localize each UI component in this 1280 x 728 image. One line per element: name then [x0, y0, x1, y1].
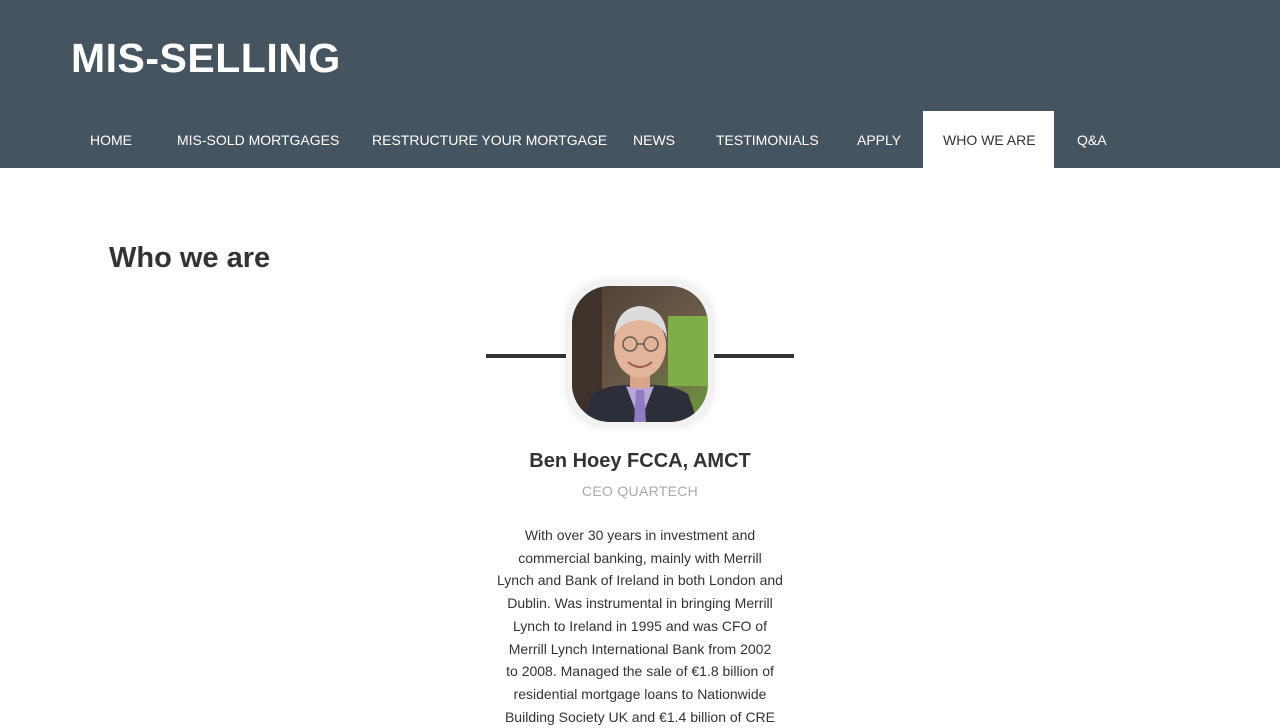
portrait-image: [572, 286, 708, 422]
avatar-frame: [566, 280, 714, 428]
person-name: Ben Hoey FCCA, AMCT: [529, 450, 751, 472]
nav-item-testimonials[interactable]: TESTIMONIALS: [716, 131, 819, 150]
divider-line-left: [486, 354, 566, 358]
nav-item-mis-sold-mortgages[interactable]: MIS-SOLD MORTGAGES: [177, 131, 339, 150]
site-logo[interactable]: MIS-SELLING: [71, 38, 341, 79]
main-nav: HOME MIS-SOLD MORTGAGES RESTRUCTURE YOUR…: [0, 111, 1280, 168]
nav-item-apply[interactable]: APPLY: [857, 131, 901, 150]
bio-line: With over 30 years in investment and: [524, 527, 756, 543]
nav-item-qa[interactable]: Q&A: [1077, 131, 1107, 150]
nav-item-news[interactable]: NEWS: [633, 131, 675, 150]
bio-line: Merrill Lynch International Bank from 20…: [508, 640, 772, 657]
nav-item-home[interactable]: HOME: [90, 131, 132, 150]
bio-line: to 2008. Managed the sale of €1.8 billio…: [506, 663, 774, 680]
bio-line: Lynch and Bank of Ireland in both London…: [497, 572, 783, 589]
avatar: [572, 286, 708, 422]
divider-line-right: [714, 354, 794, 358]
page-title: Who we are: [109, 242, 271, 274]
site-header: MIS-SELLING HOME MIS-SOLD MORTGAGES REST…: [0, 0, 1280, 168]
nav-item-who-we-are[interactable]: WHO WE ARE: [943, 131, 1036, 150]
left-column: [0, 311, 432, 720]
right-column: [820, 220, 1280, 720]
profile-card: Ben Hoey FCCA, AMCT CEO QUARTECH With ov…: [486, 270, 794, 725]
bio-line: Dublin. Was instrumental in bringing Mer…: [507, 595, 773, 612]
bio-line: Lynch to Ireland in 1995 and was CFO of: [513, 617, 767, 634]
bio-line: commercial banking, mainly with Merrill: [518, 549, 762, 566]
person-role: CEO QUARTECH: [581, 483, 699, 499]
social-links[interactable]: [545, 409, 739, 432]
bio-line: Building Society UK and €1.4 billion of …: [504, 708, 776, 725]
bio-line: residential mortgage loans to Nationwide: [513, 685, 767, 702]
person-bio: With over 30 years in investment and com…: [486, 524, 794, 728]
nav-item-restructure-your-mortgage[interactable]: RESTRUCTURE YOUR MORTGAGE: [372, 131, 607, 150]
